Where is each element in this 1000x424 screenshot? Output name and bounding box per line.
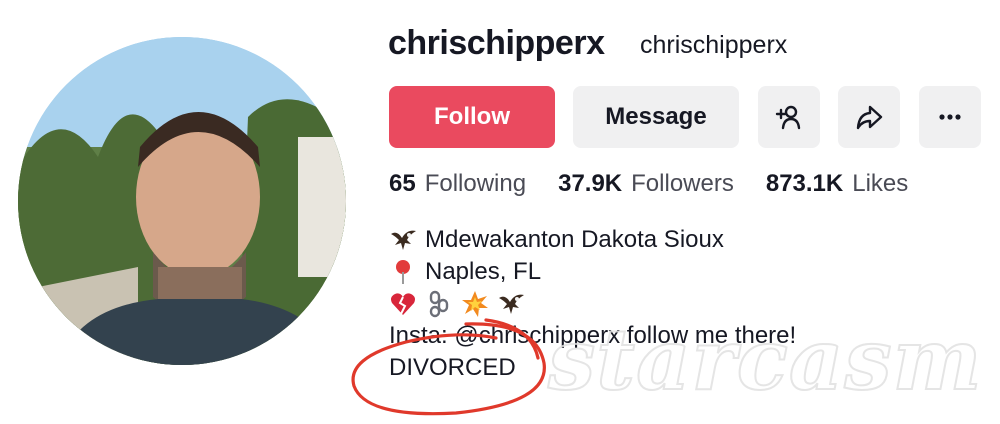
- profile-username: chrischipperx: [388, 24, 605, 62]
- follow-button[interactable]: Follow: [389, 86, 555, 148]
- eagle-icon: [389, 226, 417, 254]
- stat-value: 65: [389, 170, 416, 197]
- bio-line: Naples, FL: [389, 256, 796, 288]
- broken-heart-icon: [389, 290, 417, 318]
- pin-icon: [389, 258, 417, 286]
- message-button[interactable]: Message: [573, 86, 739, 148]
- add-user-icon: [775, 105, 801, 130]
- annotation-circle: [351, 318, 546, 416]
- eagle-icon: [497, 290, 525, 318]
- stat-followers[interactable]: 37.9K Followers: [558, 170, 734, 198]
- stat-value: 873.1K: [765, 170, 844, 197]
- stat-likes: 873.1K Likes: [766, 170, 908, 198]
- stat-label: Likes: [852, 170, 909, 197]
- profile-stats: 65 Following 37.9K Followers 873.1K Like…: [389, 170, 908, 198]
- bio-heritage: Mdewakanton Dakota Sioux: [425, 226, 724, 253]
- share-icon: [856, 105, 883, 130]
- more-button[interactable]: [919, 86, 981, 148]
- collision-icon: [461, 290, 489, 318]
- stat-value: 37.9K: [558, 170, 623, 197]
- chains-icon: [425, 290, 453, 318]
- add-friend-button[interactable]: [758, 86, 820, 148]
- bio-location: Naples, FL: [425, 258, 542, 285]
- watermark-logo: starcasm: [547, 309, 983, 410]
- bio-line: Mdewakanton Dakota Sioux: [389, 224, 796, 256]
- stat-following[interactable]: 65 Following: [389, 170, 526, 198]
- more-icon: [939, 114, 961, 120]
- stat-label: Following: [424, 170, 527, 197]
- share-button[interactable]: [838, 86, 900, 148]
- stat-label: Followers: [631, 170, 734, 197]
- profile-avatar[interactable]: [18, 37, 346, 365]
- profile-nickname: chrischipperx: [640, 31, 788, 59]
